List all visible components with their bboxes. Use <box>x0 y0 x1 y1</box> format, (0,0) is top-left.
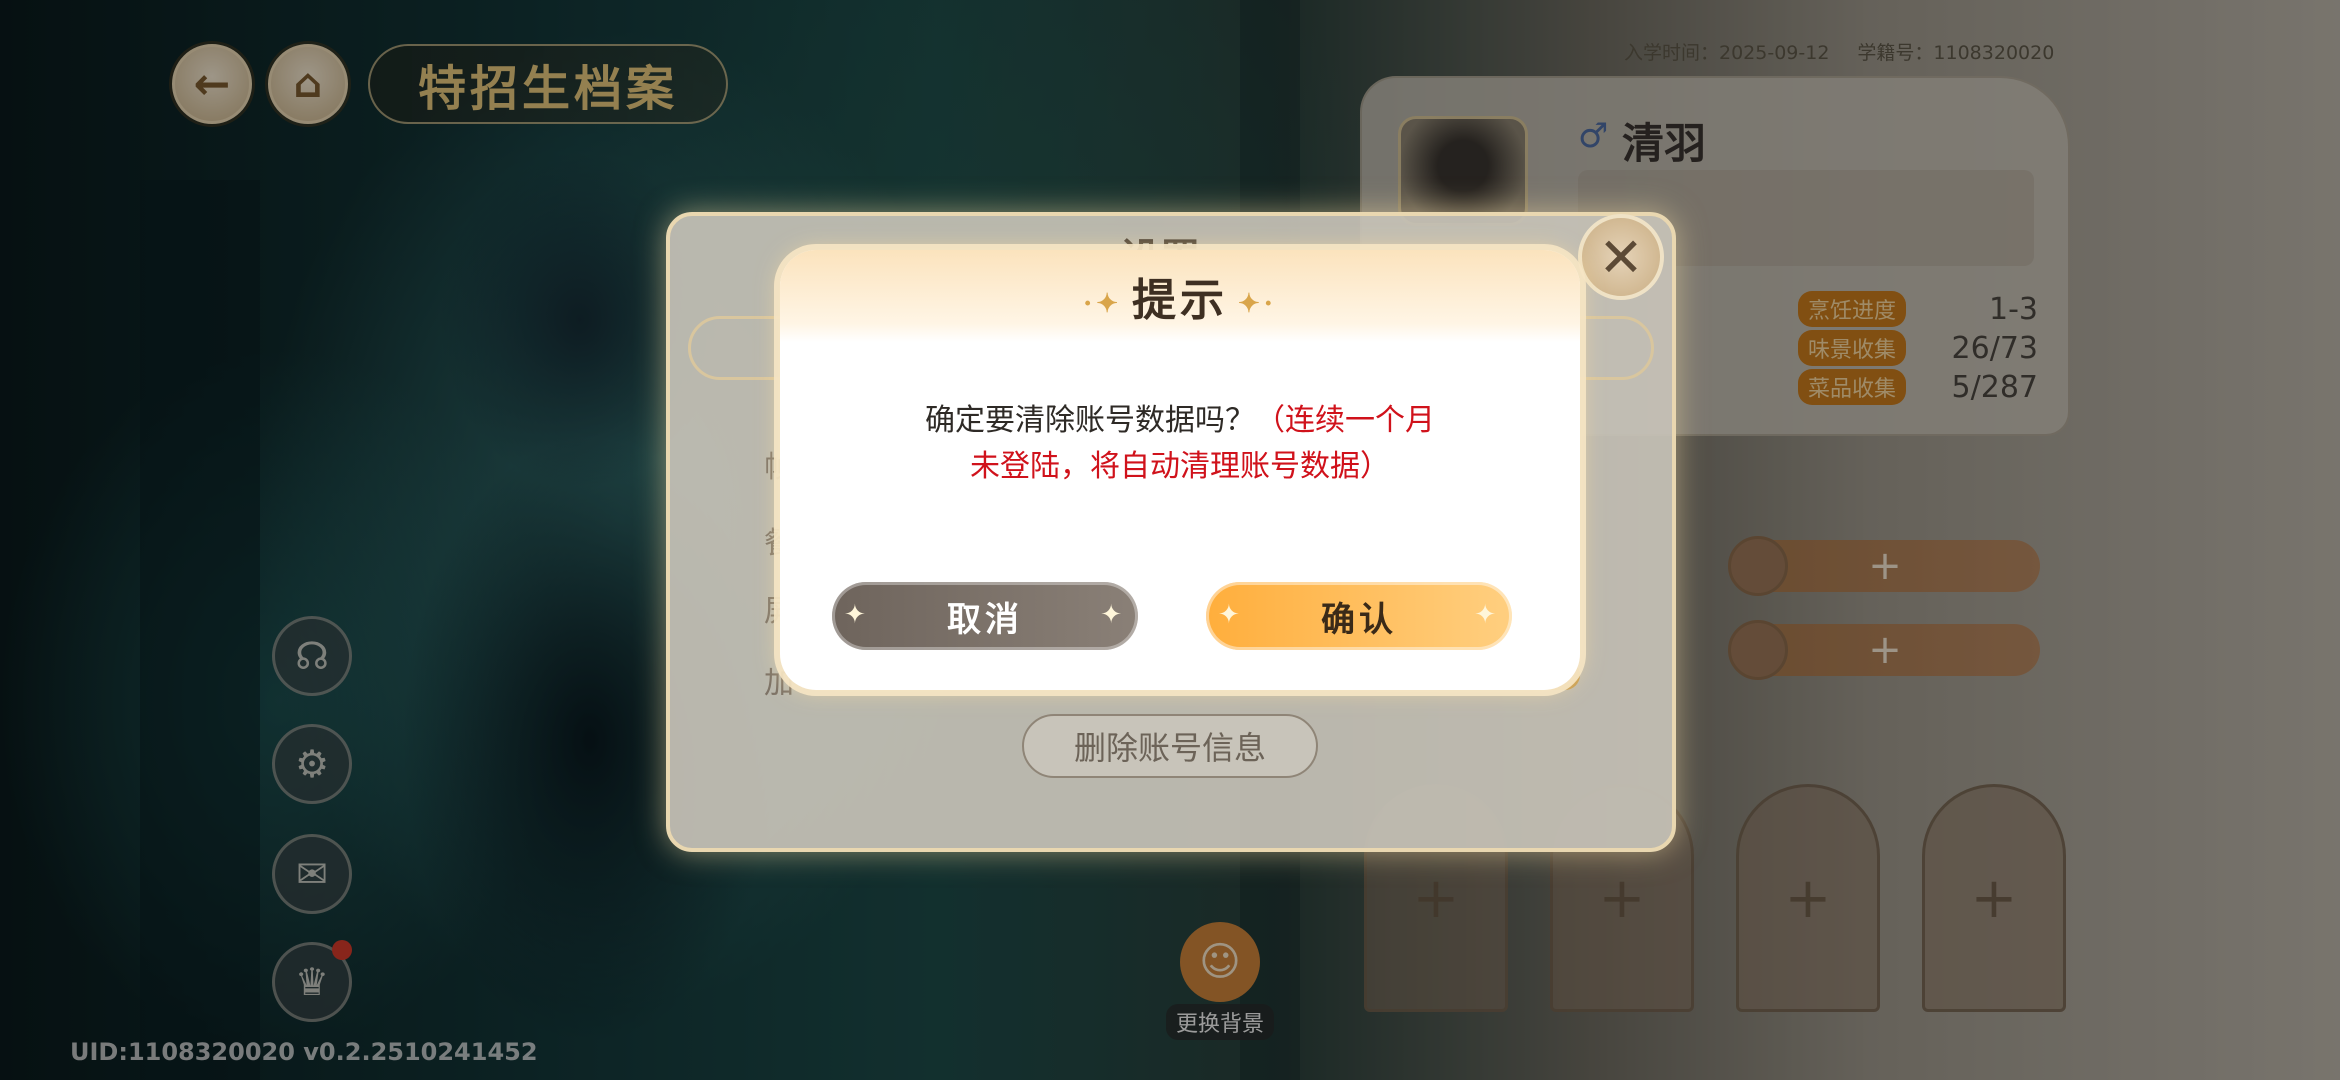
sparkle-icon: ✦ <box>844 600 870 630</box>
close-settings-button[interactable]: ✕ <box>1578 214 1664 300</box>
dialog-warning-1: （连续一个月 <box>1255 403 1435 438</box>
delete-account-button[interactable]: 删除账号信息 <box>1022 714 1318 778</box>
dialog-message: 确定要清除账号数据吗？（连续一个月 未登陆，将自动清理账号数据） <box>780 398 1580 490</box>
cancel-button[interactable]: ✦ 取消 ✦ <box>832 582 1138 650</box>
sparkle-icon: ·✦ <box>1083 288 1122 319</box>
dialog-warning-2: 未登陆，将自动清理账号数据） <box>970 449 1390 484</box>
confirm-button-label: 确认 <box>1321 599 1397 640</box>
cancel-button-label: 取消 <box>947 599 1023 640</box>
dialog-title: 提示 <box>1132 275 1228 326</box>
sparkle-icon: ✦ <box>1218 600 1244 630</box>
dialog-message-main: 确定要清除账号数据吗？ <box>925 403 1255 438</box>
confirm-dialog: ·✦ 提示 ✦· 确定要清除账号数据吗？（连续一个月 未登陆，将自动清理账号数据） … <box>780 250 1580 690</box>
sparkle-icon: ✦ <box>1100 600 1126 630</box>
close-icon: ✕ <box>1598 225 1644 289</box>
sparkle-icon: ✦· <box>1238 288 1277 319</box>
dialog-title-row: ·✦ 提示 ✦· <box>780 264 1580 328</box>
sparkle-icon: ✦ <box>1474 600 1500 630</box>
confirm-button[interactable]: ✦ 确认 ✦ <box>1206 582 1512 650</box>
